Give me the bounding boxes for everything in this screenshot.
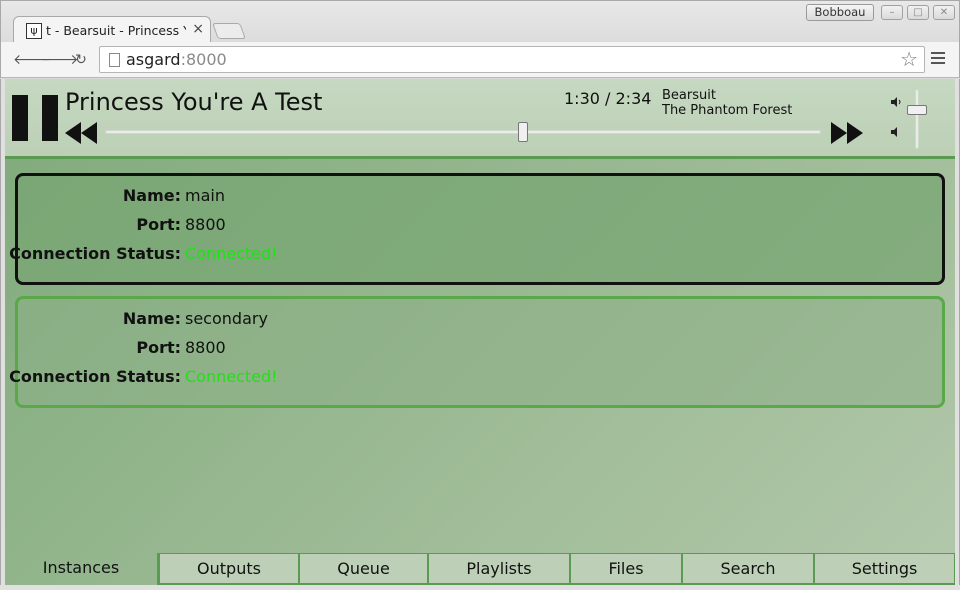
tab-instances[interactable]: Instances (5, 553, 159, 585)
back-arrow-icon[interactable]: 🡐 (13, 50, 51, 70)
connection-status-row: Connection Status: Connected! (9, 367, 942, 389)
browser-titlebar: ψ t - Bearsuit - Princess Y × Bobboau – … (0, 0, 960, 44)
tab-queue[interactable]: Queue (299, 553, 428, 585)
pause-icon[interactable] (12, 95, 58, 141)
previous-track-icon[interactable] (65, 122, 97, 144)
seek-handle[interactable] (518, 122, 529, 142)
instance-card[interactable]: Name: main Port: 8800 Connection Status: Conn… (9, 173, 945, 285)
instance-port-row: Port: 8800 (18, 338, 942, 360)
next-track-icon[interactable] (831, 122, 863, 144)
url-text: asgard:8000 (126, 50, 227, 69)
connection-status-label: Connection Status: (9, 367, 181, 386)
tab-settings[interactable]: Settings (814, 553, 955, 585)
bottom-tab-bar: Instances Outputs Queue Playlists Files Searc… (5, 553, 955, 585)
instance-name-value: secondary (185, 309, 268, 328)
close-window-icon[interactable]: ✕ (933, 5, 955, 20)
connection-status-value: Connected! (185, 244, 278, 263)
tab-search[interactable]: Search (682, 553, 814, 585)
address-bar[interactable]: asgard:8000 ☆ (99, 46, 925, 73)
instance-list: Name: main Port: 8800 Connection Status: Conn… (9, 173, 945, 419)
hamburger-menu-icon[interactable] (931, 52, 945, 66)
favicon-icon: ψ (26, 23, 42, 39)
page-icon (109, 53, 120, 67)
instance-name-value: main (185, 186, 225, 205)
web-page: Princess You're A Test 1:30 / 2:34 Bears… (5, 79, 955, 585)
connection-status-value: Connected! (185, 367, 278, 386)
tab-playlists[interactable]: Playlists (428, 553, 570, 585)
bookmark-star-icon[interactable]: ☆ (900, 48, 918, 70)
volume-down-icon (891, 127, 897, 137)
window-frame-right (955, 79, 960, 590)
forward-arrow-icon[interactable]: 🡒 (41, 50, 79, 70)
instance-card[interactable]: Name: secondary Port: 8800 Connection Status… (9, 296, 945, 408)
new-tab-button[interactable] (212, 23, 246, 39)
maximize-icon[interactable]: □ (907, 5, 929, 20)
reload-icon[interactable]: ↻ (71, 50, 91, 70)
minimize-icon[interactable]: – (881, 5, 903, 20)
tab-close-icon[interactable]: × (192, 21, 204, 37)
volume-handle[interactable] (907, 105, 927, 115)
volume-up-icon (891, 97, 901, 107)
artist-name: Bearsuit (662, 88, 716, 103)
instance-port-label: Port: (136, 215, 181, 234)
browser-toolbar: 🡐 🡒 ↻ asgard:8000 ☆ (0, 42, 960, 78)
instance-port-row: Port: 8800 (18, 215, 942, 237)
tab-title: t - Bearsuit - Princess Y (46, 23, 186, 38)
song-title: Princess You're A Test (65, 88, 323, 116)
instance-port-label: Port: (136, 338, 181, 357)
instance-name-label: Name: (122, 309, 181, 328)
instance-port-value: 8800 (185, 338, 226, 357)
album-name: The Phantom Forest (662, 103, 793, 118)
player-bar: Princess You're A Test 1:30 / 2:34 Bears… (5, 79, 955, 159)
time-display: 1:30 / 2:34 (564, 89, 652, 108)
tab-files[interactable]: Files (570, 553, 682, 585)
instance-name-label: Name: (122, 186, 181, 205)
volume-slider[interactable] (915, 89, 919, 149)
connection-status-label: Connection Status: (9, 244, 181, 263)
instance-name-row: Name: secondary (18, 309, 942, 331)
window-frame-bottom (0, 585, 960, 590)
seek-bar[interactable] (105, 130, 821, 134)
connection-status-row: Connection Status: Connected! (9, 244, 942, 266)
tab-outputs[interactable]: Outputs (159, 553, 299, 585)
instance-port-value: 8800 (185, 215, 226, 234)
browser-tab[interactable]: ψ t - Bearsuit - Princess Y × (13, 16, 211, 44)
instance-name-row: Name: main (18, 186, 942, 208)
profile-button[interactable]: Bobboau (806, 4, 874, 21)
